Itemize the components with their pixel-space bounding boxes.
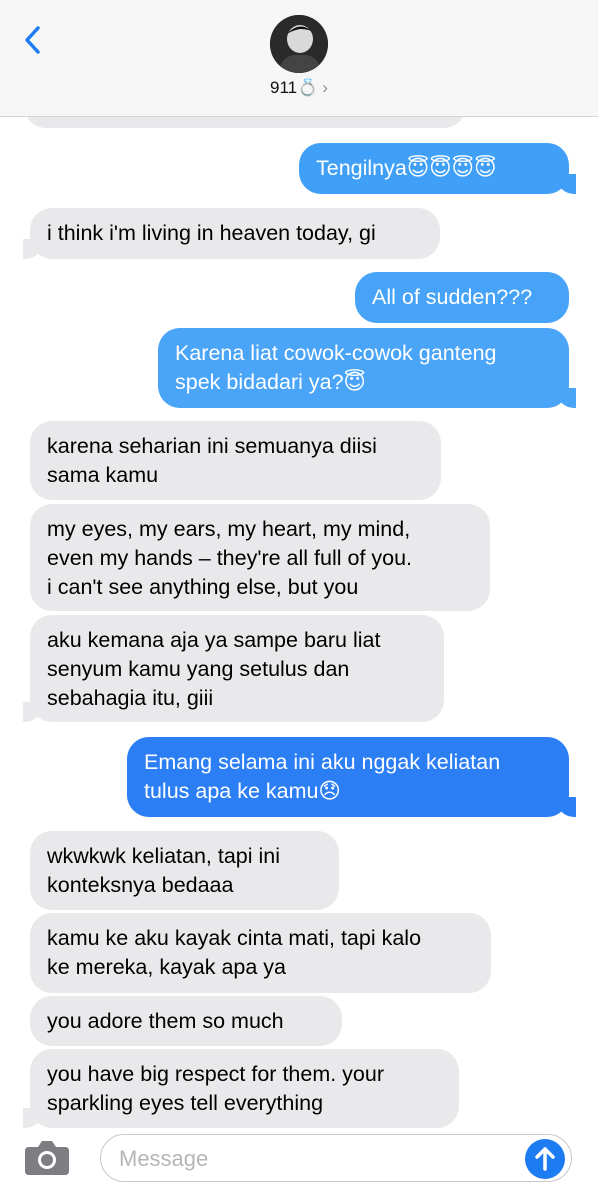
received-bubble[interactable]: you adore them so much <box>30 996 342 1046</box>
send-button[interactable] <box>525 1139 565 1179</box>
avatar-photo-icon <box>270 15 328 73</box>
sent-bubble[interactable]: Emang selama ini aku nggak keliatan tulu… <box>127 737 576 817</box>
chevron-left-icon[interactable] <box>18 20 48 60</box>
sent-bubble[interactable]: Tengilnya😇😇😇😇 <box>299 143 576 194</box>
received-bubble[interactable]: kamu ke aku kayak cinta mati, tapi kalo … <box>30 913 491 993</box>
received-bubble[interactable]: you have big respect for them. your spar… <box>23 1049 459 1128</box>
contact-avatar[interactable] <box>270 15 328 73</box>
received-bubble[interactable]: karena seharian ini semuanya diisi sama … <box>30 421 441 500</box>
conversation-header: 911💍 › <box>0 0 598 117</box>
received-bubble[interactable]: i think i'm living in heaven today, gi <box>23 208 440 259</box>
chevron-right-icon: › <box>322 78 328 97</box>
received-bubble[interactable]: aku kemana aja ya sampe baru liat senyum… <box>23 615 444 722</box>
received-bubble[interactable]: my eyes, my ears, my heart, my mind, eve… <box>30 504 490 611</box>
message-input[interactable]: Message <box>100 1134 572 1182</box>
camera-icon[interactable] <box>24 1138 70 1176</box>
message-thread[interactable]: Tengilnya😇😇😇😇 i think i'm living in heav… <box>0 0 598 1130</box>
contact-name-label: 911💍 <box>270 78 319 97</box>
sent-bubble[interactable]: Karena liat cowok-cowok ganteng spek bid… <box>158 328 576 408</box>
sent-bubble[interactable]: All of sudden??? <box>355 272 569 323</box>
arrow-up-icon <box>535 1147 555 1171</box>
received-bubble[interactable]: wkwkwk keliatan, tapi ini konteksnya bed… <box>30 831 339 910</box>
contact-name[interactable]: 911💍 › <box>0 78 598 98</box>
